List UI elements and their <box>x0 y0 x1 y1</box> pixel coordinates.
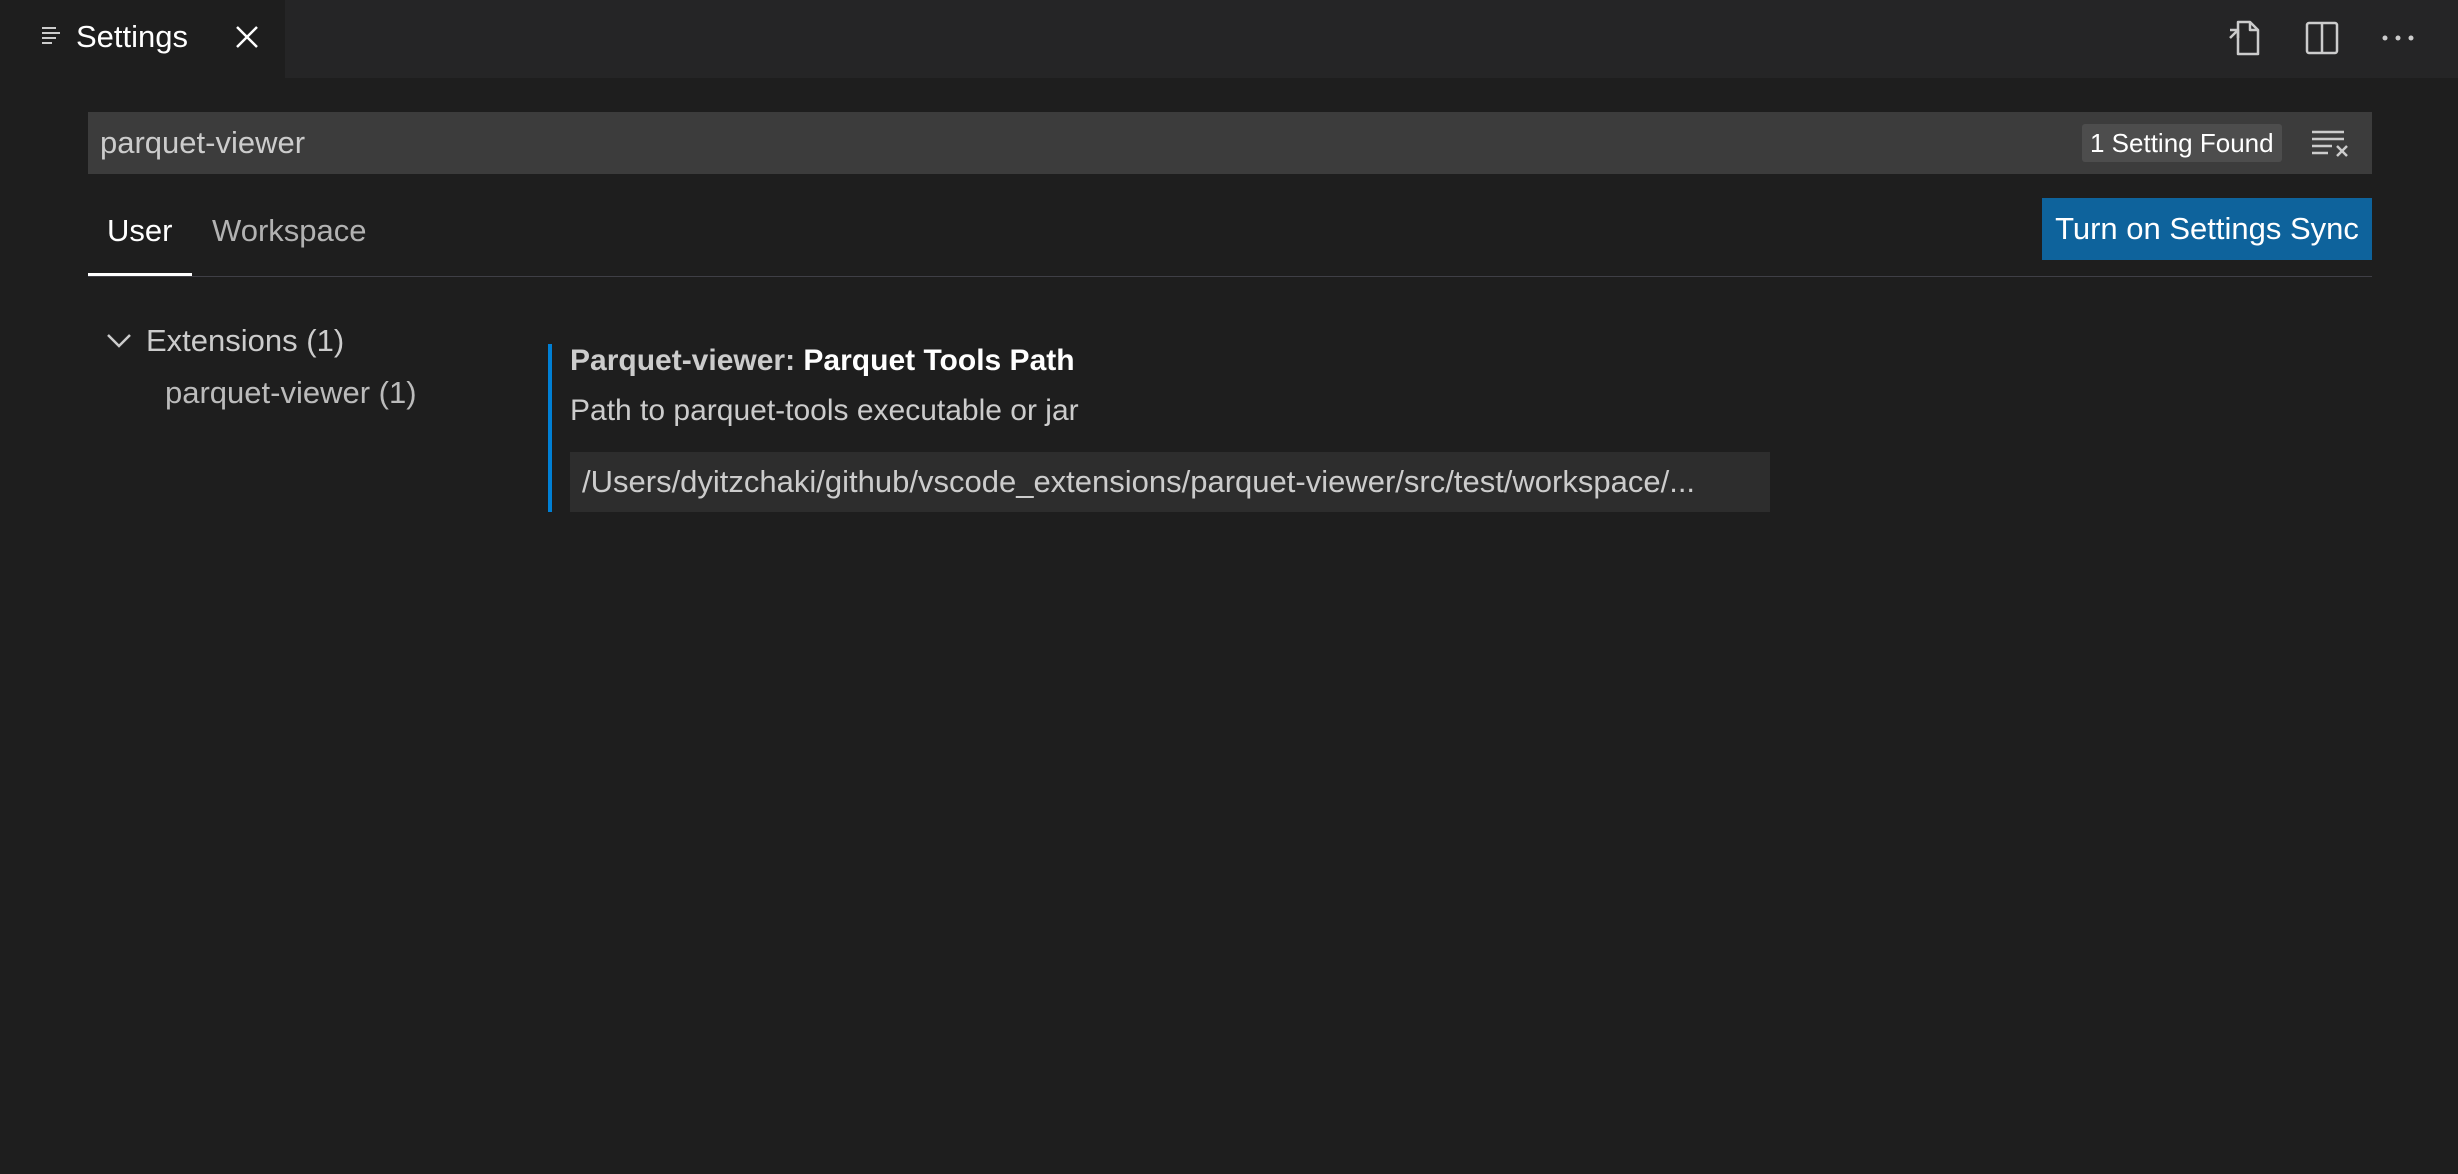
setting-name: Parquet Tools Path <box>803 344 1075 377</box>
search-input[interactable] <box>88 112 2048 174</box>
setting-title: Parquet-viewer: Parquet Tools Path <box>570 342 1075 380</box>
more-actions-icon[interactable] <box>2376 16 2420 60</box>
editor-tab-bar: Settings <box>0 0 2458 78</box>
chevron-down-icon[interactable] <box>104 326 134 356</box>
modified-indicator <box>548 344 552 512</box>
settings-tab[interactable]: Settings <box>0 0 285 78</box>
open-settings-json-icon[interactable] <box>2222 16 2266 60</box>
tab-user[interactable]: User <box>107 212 172 250</box>
tab-title: Settings <box>76 19 189 54</box>
turn-on-settings-sync-button[interactable]: Turn on Settings Sync <box>2042 198 2372 260</box>
toc-extensions-group[interactable]: Extensions (1) <box>146 322 344 360</box>
setting-category: Parquet-viewer: <box>570 344 804 377</box>
settings-editor: Settings parquet-viewer 1 Setting Found … <box>0 0 2458 1174</box>
toc-item-parquet-viewer[interactable]: parquet-viewer (1) <box>165 374 417 412</box>
split-editor-icon[interactable] <box>2300 16 2344 60</box>
tab-workspace[interactable]: Workspace <box>212 212 367 250</box>
close-icon[interactable] <box>230 20 264 54</box>
parquet-tools-path-input[interactable] <box>570 452 1770 512</box>
scope-divider <box>88 276 2372 277</box>
settings-list-icon <box>42 27 60 44</box>
clear-filter-icon[interactable] <box>2310 126 2350 160</box>
setting-description: Path to parquet-tools executable or jar <box>570 394 1079 427</box>
settings-search-box: 1 Setting Found <box>88 112 2372 174</box>
settings-count-badge: 1 Setting Found <box>2082 124 2282 162</box>
